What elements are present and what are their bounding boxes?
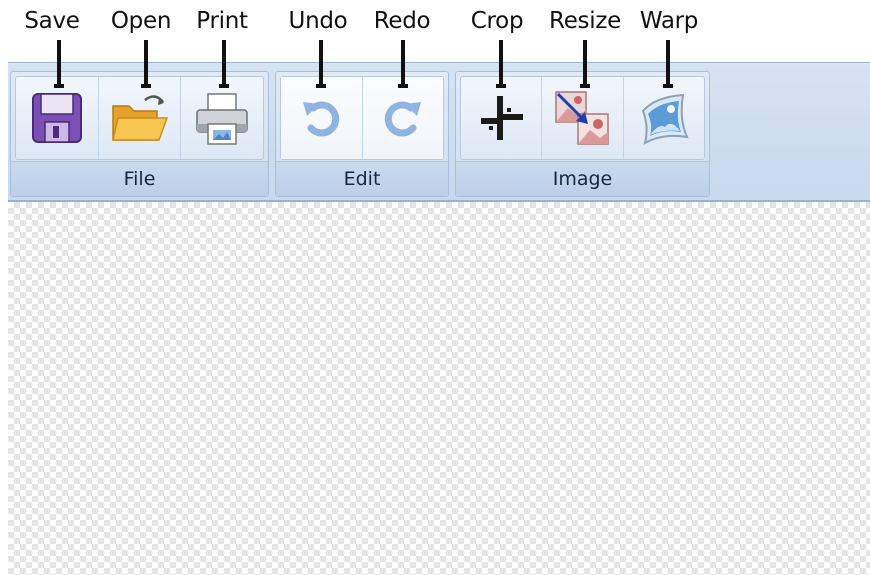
open-leader-line — [144, 40, 148, 86]
undo-arrow-icon — [303, 101, 340, 137]
image-button-strip — [460, 76, 705, 160]
file-group: File — [10, 71, 269, 197]
print-callout-label: Print — [196, 8, 248, 34]
print-leader-line — [222, 40, 226, 86]
undo-button[interactable] — [281, 77, 363, 159]
warp-image-icon — [641, 93, 689, 145]
image-canvas[interactable] — [8, 202, 870, 575]
resize-button[interactable] — [542, 77, 624, 159]
edit-group: Edit — [275, 71, 449, 197]
save-leader-line — [57, 40, 61, 86]
undo-leader-line — [319, 40, 323, 86]
file-button-strip — [15, 76, 264, 160]
resize-image-icon — [555, 91, 610, 145]
crop-button[interactable] — [461, 77, 543, 159]
crop-callout-label: Crop — [470, 8, 524, 34]
printer-icon — [196, 93, 248, 145]
edit-group-label: Edit — [276, 161, 448, 196]
redo-arrow-icon — [384, 101, 421, 137]
open-folder-icon — [111, 95, 168, 141]
resize-callout-label: Resize — [549, 8, 621, 34]
ribbon-toolbar: File Edit Image — [8, 62, 870, 202]
save-callout-label: Save — [24, 8, 80, 34]
print-button[interactable] — [181, 77, 263, 159]
edit-button-strip — [280, 76, 444, 160]
open-button[interactable] — [99, 77, 182, 159]
floppy-disk-icon — [31, 93, 82, 143]
redo-leader-line — [401, 40, 405, 86]
save-button[interactable] — [16, 77, 99, 159]
redo-button[interactable] — [362, 77, 443, 159]
file-group-label: File — [11, 161, 268, 196]
crop-leader-line — [499, 40, 503, 86]
redo-callout-label: Redo — [373, 8, 431, 34]
crop-icon — [481, 96, 524, 140]
open-callout-label: Open — [110, 8, 172, 34]
warp-leader-line — [666, 40, 670, 86]
resize-leader-line — [583, 40, 587, 86]
warp-callout-label: Warp — [639, 8, 699, 34]
warp-button[interactable] — [624, 77, 704, 159]
image-group-label: Image — [456, 161, 709, 196]
undo-callout-label: Undo — [288, 8, 348, 34]
image-group: Image — [455, 71, 710, 197]
